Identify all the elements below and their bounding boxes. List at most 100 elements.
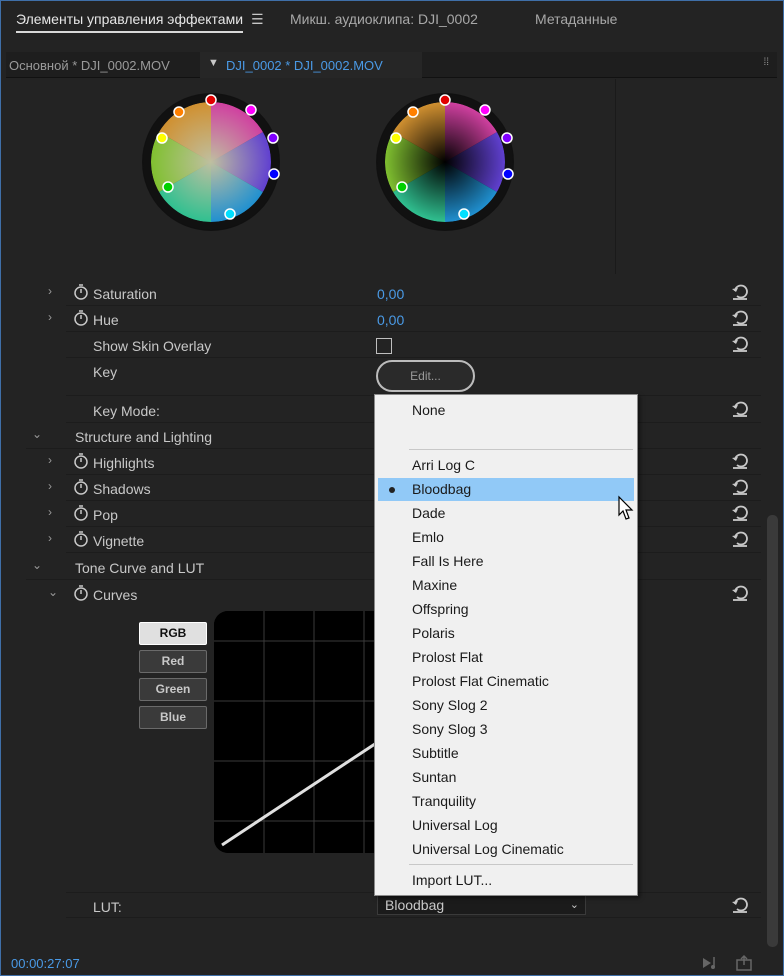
saturation-value[interactable]: 0,00 — [377, 286, 404, 302]
subtab-sequence-clip[interactable]: DJI_0002 * DJI_0002.MOV — [226, 58, 383, 73]
section-label: Tone Curve and LUT — [75, 560, 205, 576]
chevron-right-icon[interactable]: › — [48, 479, 52, 493]
dropdown-item[interactable]: Universal Log — [378, 814, 634, 837]
dropdown-item-label: Dade — [412, 505, 446, 521]
dropdown-item-label: Suntan — [412, 769, 457, 785]
chevron-right-icon[interactable]: › — [48, 310, 52, 324]
reset-icon[interactable] — [731, 309, 749, 327]
stopwatch-icon[interactable] — [73, 504, 89, 522]
color-wheels-area — [86, 79, 616, 274]
lut-selected-value: Bloodbag — [385, 897, 445, 913]
status-bar: 00:00:27:07 — [1, 952, 783, 975]
reset-icon[interactable] — [731, 504, 749, 522]
dropdown-item[interactable]: Arri Log C — [378, 454, 634, 477]
selected-dot-icon — [389, 487, 395, 493]
reset-icon[interactable] — [731, 530, 749, 548]
param-label: Hue — [93, 312, 119, 328]
chevron-right-icon[interactable]: › — [48, 531, 52, 545]
curve-blue-button[interactable]: Blue — [139, 706, 207, 729]
dropdown-item[interactable]: Bloodbag — [378, 478, 634, 501]
stopwatch-icon[interactable] — [73, 283, 89, 301]
tab-metadata[interactable]: Метаданные — [535, 11, 617, 33]
hsl-color-wheel-right[interactable] — [375, 92, 515, 232]
clip-subtab-bar: Основной * DJI_0002.MOV ▼ DJI_0002 * DJI… — [6, 52, 777, 78]
chevron-down-icon[interactable]: ⌄ — [32, 558, 42, 572]
curve-rgb-button[interactable]: RGB — [139, 622, 207, 645]
dropdown-item-none[interactable]: None — [378, 399, 634, 422]
dropdown-item-label: Sony Slog 2 — [412, 697, 488, 713]
param-label: Show Skin Overlay — [93, 338, 212, 354]
dropdown-item-label: Bloodbag — [412, 481, 472, 497]
panel-menu-icon[interactable]: ☰ — [251, 11, 264, 28]
dropdown-item-import-lut[interactable]: Import LUT... — [378, 869, 634, 892]
chevron-right-icon[interactable]: › — [48, 284, 52, 298]
chevron-down-icon[interactable]: ⌄ — [48, 585, 58, 599]
dropdown-item-label: Subtitle — [412, 745, 459, 761]
dropdown-item[interactable]: Offspring — [378, 598, 634, 621]
export-icon[interactable] — [735, 954, 755, 972]
dropdown-item-label: Offspring — [412, 601, 469, 617]
stopwatch-icon[interactable] — [73, 478, 89, 496]
stopwatch-icon[interactable] — [73, 584, 89, 602]
dropdown-item-label: Universal Log — [412, 817, 498, 833]
reset-icon[interactable] — [731, 400, 749, 418]
param-label: Pop — [93, 507, 118, 523]
param-row-key: Key Edit... — [66, 358, 761, 396]
vertical-scrollbar[interactable] — [767, 515, 778, 947]
dropdown-item[interactable]: Emlo — [378, 526, 634, 549]
stopwatch-icon[interactable] — [73, 530, 89, 548]
chevron-right-icon[interactable]: › — [48, 453, 52, 467]
dropdown-separator — [409, 864, 633, 865]
mouse-pointer-icon — [618, 495, 634, 520]
dropdown-item-label: Prolost Flat Cinematic — [412, 673, 549, 689]
reset-icon[interactable] — [731, 283, 749, 301]
param-label: Shadows — [93, 481, 151, 497]
dropdown-item[interactable]: Prolost Flat — [378, 646, 634, 669]
dropdown-item[interactable]: Sony Slog 2 — [378, 694, 634, 717]
lut-select[interactable]: Bloodbag ⌄ — [377, 895, 586, 915]
key-edit-button[interactable]: Edit... — [376, 360, 475, 392]
dropdown-item[interactable]: Suntan — [378, 766, 634, 789]
dropdown-item[interactable]: Polaris — [378, 622, 634, 645]
dropdown-item[interactable]: Universal Log Cinematic — [378, 838, 634, 861]
chevron-right-icon[interactable]: › — [48, 505, 52, 519]
tab-effect-controls[interactable]: Элементы управления эффектами — [16, 11, 244, 33]
stopwatch-icon[interactable] — [73, 309, 89, 327]
param-row-saturation: › Saturation 0,00 — [48, 280, 761, 306]
curve-red-button[interactable]: Red — [139, 650, 207, 673]
param-row-hue: › Hue 0,00 — [48, 306, 761, 332]
reset-icon[interactable] — [731, 452, 749, 470]
subtab-master-clip[interactable]: Основной * DJI_0002.MOV — [9, 58, 170, 73]
dropdown-item-label: Prolost Flat — [412, 649, 483, 665]
chevron-down-icon[interactable]: ▼ — [208, 57, 219, 69]
show-skin-overlay-checkbox[interactable] — [376, 338, 392, 354]
reset-icon[interactable] — [731, 584, 749, 602]
dropdown-item[interactable]: Sony Slog 3 — [378, 718, 634, 741]
dropdown-item[interactable]: Prolost Flat Cinematic — [378, 670, 634, 693]
reset-icon[interactable] — [731, 478, 749, 496]
hsl-color-wheel-left[interactable] — [141, 92, 281, 232]
reset-icon[interactable] — [731, 335, 749, 353]
dropdown-item-label: Universal Log Cinematic — [412, 841, 564, 857]
dropdown-item[interactable]: Maxine — [378, 574, 634, 597]
dropdown-item[interactable]: Tranquility — [378, 790, 634, 813]
param-row-show-skin-overlay: Show Skin Overlay — [66, 332, 761, 358]
param-label: Curves — [93, 587, 138, 603]
param-label: Key Mode: — [93, 403, 160, 419]
dropdown-item[interactable]: Dade — [378, 502, 634, 525]
play-audio-icon[interactable] — [701, 954, 721, 972]
param-label: LUT: — [93, 899, 122, 915]
timecode-display[interactable]: 00:00:27:07 — [11, 956, 80, 971]
param-label: Highlights — [93, 455, 155, 471]
dropdown-item[interactable]: Fall Is Here — [378, 550, 634, 573]
hue-value[interactable]: 0,00 — [377, 312, 404, 328]
dropdown-item[interactable]: Subtitle — [378, 742, 634, 765]
panel-tab-bar: Элементы управления эффектами ☰ Микш. ау… — [1, 1, 783, 51]
dropdown-item-label: Arri Log C — [412, 457, 476, 473]
reset-icon[interactable] — [731, 896, 749, 914]
stopwatch-icon[interactable] — [73, 452, 89, 470]
curve-green-button[interactable]: Green — [139, 678, 207, 701]
panel-options-icon[interactable]: ⁞⁞ — [763, 57, 769, 68]
chevron-down-icon[interactable]: ⌄ — [32, 427, 42, 441]
tab-audio-clip-mixer[interactable]: Микш. аудиоклипа: DJI_0002 — [290, 11, 478, 33]
